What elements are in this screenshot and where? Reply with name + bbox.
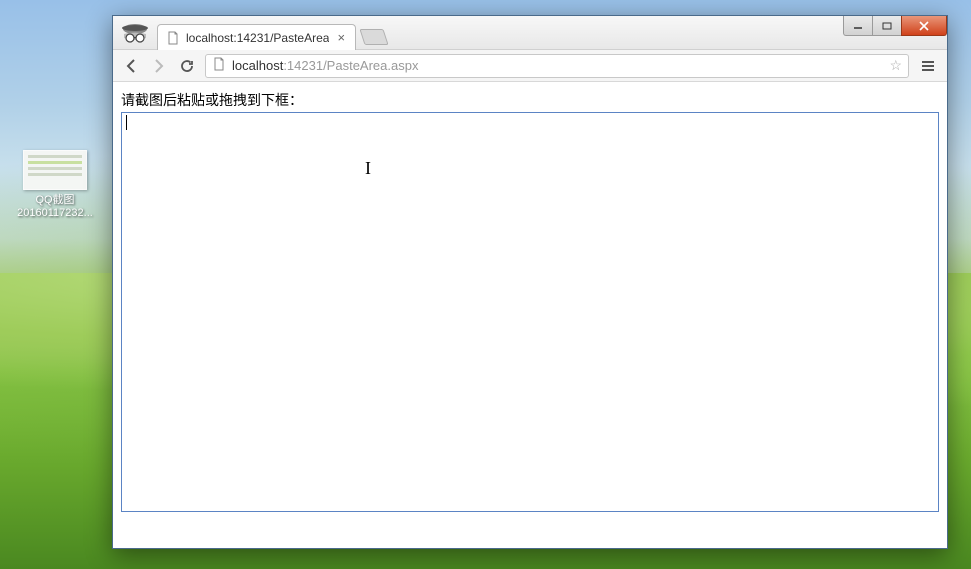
incognito-icon [119, 20, 151, 48]
minimize-button[interactable] [843, 16, 873, 36]
desktop-file-icon[interactable]: QQ截图 20160117232... [15, 150, 95, 220]
site-info-icon[interactable] [212, 57, 226, 74]
maximize-button[interactable] [872, 16, 902, 36]
tab-title: localhost:14231/PasteArea [186, 31, 329, 45]
page-content: 请截图后粘贴或拖拽到下框： I [113, 82, 947, 548]
file-icon [166, 31, 180, 45]
reload-button[interactable] [177, 56, 197, 76]
window-controls [844, 16, 947, 36]
paste-drop-area[interactable] [121, 112, 939, 512]
instruction-label: 请截图后粘贴或拖拽到下框： [121, 90, 939, 110]
back-button[interactable] [121, 56, 141, 76]
text-caret [126, 115, 127, 130]
file-thumbnail [23, 150, 87, 190]
browser-tab[interactable]: localhost:14231/PasteArea × [157, 24, 356, 50]
close-window-button[interactable] [901, 16, 947, 36]
forward-button[interactable] [149, 56, 169, 76]
file-label: QQ截图 20160117232... [15, 194, 95, 220]
browser-toolbar: localhost:14231/PasteArea.aspx ☆ [113, 50, 947, 82]
menu-button[interactable] [917, 55, 939, 77]
file-label-line2: 20160117232... [15, 207, 95, 220]
titlebar[interactable]: localhost:14231/PasteArea × [113, 16, 947, 50]
tabstrip: localhost:14231/PasteArea × [157, 16, 386, 49]
address-host: localhost [232, 58, 283, 73]
bookmark-star-icon[interactable]: ☆ [889, 57, 902, 74]
browser-window: localhost:14231/PasteArea × [112, 15, 948, 549]
address-text: localhost:14231/PasteArea.aspx [232, 58, 418, 73]
address-path: :14231/PasteArea.aspx [283, 58, 418, 73]
close-tab-icon[interactable]: × [335, 30, 347, 45]
new-tab-button[interactable] [359, 29, 388, 45]
file-label-line1: QQ截图 [15, 194, 95, 207]
address-bar[interactable]: localhost:14231/PasteArea.aspx ☆ [205, 54, 909, 78]
